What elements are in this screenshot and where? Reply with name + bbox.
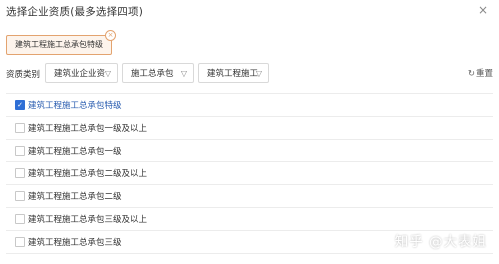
selected-tags-area: 建筑工程施工总承包特级 × bbox=[0, 26, 499, 66]
specialty-select[interactable]: 建筑工程施工 ▽ bbox=[198, 63, 269, 83]
list-item-label: 建筑工程施工总承包三级及以上 bbox=[28, 214, 148, 225]
type-select[interactable]: 施工总承包 ▽ bbox=[122, 63, 194, 83]
specialty-select-value: 建筑工程施工 bbox=[207, 69, 259, 79]
refresh-icon: ↻ bbox=[467, 69, 475, 79]
category-select-value: 建筑业企业资 bbox=[54, 69, 106, 79]
checkbox[interactable] bbox=[15, 191, 25, 202]
selected-tag: 建筑工程施工总承包特级 × bbox=[6, 30, 116, 55]
chevron-down-icon: ▽ bbox=[104, 69, 111, 78]
remove-tag-icon[interactable]: × bbox=[105, 30, 116, 41]
checkbox[interactable] bbox=[15, 145, 25, 156]
selected-tag-label: 建筑工程施工总承包特级 bbox=[15, 40, 103, 49]
filter-row: 资质类别 建筑业企业资 ▽ 施工总承包 ▽ 建筑工程施工 ▽ ↻重置 bbox=[0, 63, 499, 85]
type-select-value: 施工总承包 bbox=[131, 69, 174, 79]
checkbox[interactable] bbox=[15, 213, 25, 224]
chevron-down-icon: ▽ bbox=[180, 69, 187, 78]
list-item[interactable]: 建筑工程施工总承包一级及以上 bbox=[6, 117, 493, 140]
list-item-label: 建筑工程施工总承包一级及以上 bbox=[28, 123, 148, 134]
watermark: 知乎 @大表姐 bbox=[394, 234, 487, 250]
dialog-title: 选择企业资质(最多选择四项) bbox=[6, 6, 143, 18]
list-item[interactable]: ✓ 建筑工程施工总承包特级 bbox=[6, 94, 493, 117]
list-item-label: 建筑工程施工总承包特级 bbox=[28, 101, 122, 111]
checkbox[interactable] bbox=[15, 168, 25, 179]
list-item[interactable]: 建筑工程施工总承包一级 bbox=[6, 140, 493, 163]
checkbox[interactable] bbox=[15, 236, 25, 247]
reset-button[interactable]: ↻重置 bbox=[468, 67, 493, 79]
checkbox-checked[interactable]: ✓ bbox=[15, 100, 25, 110]
list-item[interactable]: 建筑工程施工总承包二级 bbox=[6, 185, 493, 208]
checkbox[interactable] bbox=[15, 122, 25, 133]
close-icon[interactable]: × bbox=[477, 4, 489, 16]
list-item-label: 建筑工程施工总承包一级 bbox=[28, 146, 122, 157]
reset-label: 重置 bbox=[475, 69, 493, 79]
list-item-label: 建筑工程施工总承包二级及以上 bbox=[28, 169, 148, 180]
list-item[interactable]: 建筑工程施工总承包二级及以上 bbox=[6, 162, 493, 186]
category-select[interactable]: 建筑业企业资 ▽ bbox=[45, 63, 118, 83]
chevron-down-icon: ▽ bbox=[255, 69, 262, 78]
list-item-label: 建筑工程施工总承包三级 bbox=[28, 237, 122, 248]
filter-label: 资质类别 bbox=[6, 70, 41, 80]
list-item[interactable]: 建筑工程施工总承包三级及以上 bbox=[6, 208, 493, 231]
list-item-label: 建筑工程施工总承包二级 bbox=[28, 192, 122, 203]
